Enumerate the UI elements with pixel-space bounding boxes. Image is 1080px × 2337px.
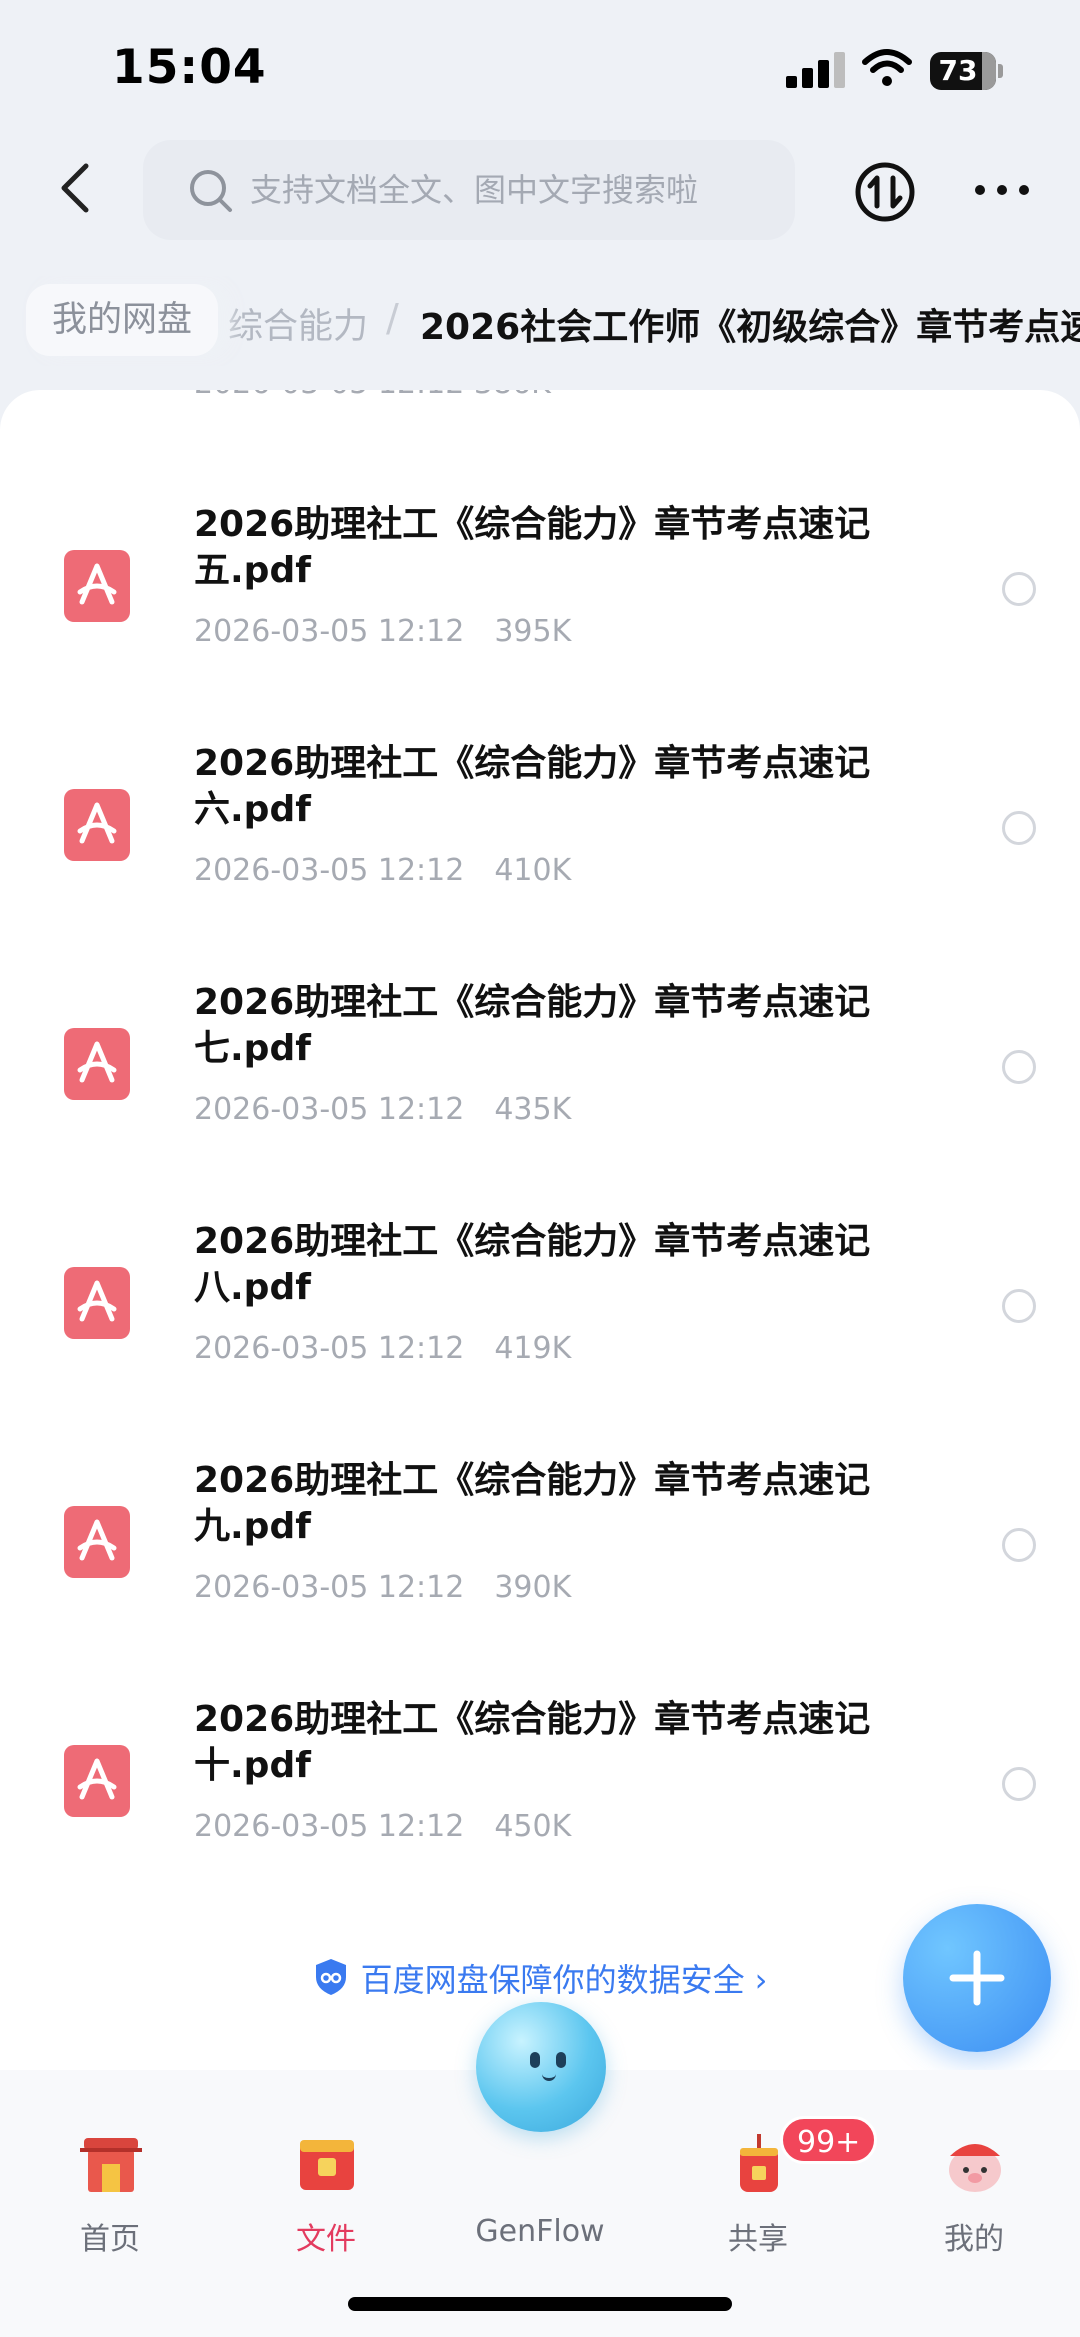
file-meta: 2026-03-05 12:12 410K xyxy=(194,853,571,888)
tab-home[interactable]: 首页 xyxy=(2,2070,218,2300)
file-row[interactable]: 2026助理社工《综合能力》章节考点速记 十.pdf 2026-03-05 12… xyxy=(0,1697,1080,1917)
tab-files[interactable]: 文件 xyxy=(218,2070,434,2300)
file-date: 2026-03-05 12:12 xyxy=(194,1092,465,1127)
breadcrumb: 综合能力 / 2026社会工作师《初级综合》章节考点速记 我的网盘 xyxy=(0,276,1080,366)
file-name: 2026助理社工《综合能力》章节考点速记 七.pdf xyxy=(194,982,871,1069)
file-browser-screen: 15:04 73 支持文档全文、图中文字搜索啦 综合能力 / 2026社会工作师… xyxy=(0,0,1080,2337)
file-size: 435K xyxy=(494,1092,572,1127)
breadcrumb-item-parent[interactable]: 综合能力 xyxy=(228,298,368,349)
file-date: 2026-03-05 12:12 xyxy=(194,1331,465,1366)
profile-avatar-icon xyxy=(949,2144,1001,2192)
file-size: 410K xyxy=(494,853,572,888)
file-date: 2026-03-05 12:12 xyxy=(194,1570,465,1605)
status-time: 15:04 xyxy=(112,40,267,95)
file-row[interactable]: 2026助理社工《综合能力》章节考点速记 七.pdf 2026-03-05 12… xyxy=(0,980,1080,1200)
tab-genflow-label: GenFlow xyxy=(475,2214,605,2249)
file-date: 2026-03-05 12:12 xyxy=(194,1809,465,1844)
file-size: 395K xyxy=(494,614,572,649)
data-security-text: 百度网盘保障你的数据安全 xyxy=(360,1961,745,1999)
files-icon xyxy=(300,2140,354,2190)
file-size: 390K xyxy=(494,1570,572,1605)
breadcrumb-item-current: 2026社会工作师《初级综合》章节考点速记 xyxy=(420,307,1080,348)
search-icon xyxy=(190,170,232,212)
search-bar[interactable] xyxy=(143,140,795,240)
file-row[interactable]: 2026助理社工《综合能力》章节考点速记 九.pdf 2026-03-05 12… xyxy=(0,1458,1080,1678)
file-name: 2026助理社工《综合能力》章节考点速记 十.pdf xyxy=(194,1699,871,1786)
pdf-file-icon xyxy=(64,1267,130,1339)
file-meta: 2026-03-05 12:12 419K xyxy=(194,1331,571,1366)
plus-icon xyxy=(949,1950,1005,2006)
file-size: 419K xyxy=(494,1331,572,1366)
select-radio[interactable] xyxy=(1002,1289,1036,1323)
tab-profile-label: 我的 xyxy=(944,2222,1004,2257)
partial-file-meta: 2026-03-05 12:12 386K xyxy=(194,390,551,401)
pdf-file-icon xyxy=(64,1506,130,1578)
file-name: 2026助理社工《综合能力》章节考点速记 五.pdf xyxy=(194,504,871,591)
file-meta: 2026-03-05 12:12 450K xyxy=(194,1809,571,1844)
pdf-file-icon xyxy=(64,1028,130,1100)
tab-profile[interactable]: 我的 xyxy=(866,2070,1080,2300)
pdf-file-icon xyxy=(64,1745,130,1817)
tab-home-label: 首页 xyxy=(80,2222,140,2257)
file-name: 2026助理社工《综合能力》章节考点速记 六.pdf xyxy=(194,743,871,830)
chevron-right-icon: › xyxy=(754,1961,768,1999)
pdf-file-icon xyxy=(64,550,130,622)
status-bar: 15:04 73 xyxy=(0,0,1080,130)
back-chevron-icon[interactable] xyxy=(52,160,102,216)
file-list: 2026-03-05 12:12 386K 2026助理社工《综合能力》章节考点… xyxy=(0,390,1080,2070)
file-name: 2026助理社工《综合能力》章节考点速记 九.pdf xyxy=(194,1460,871,1547)
add-button[interactable] xyxy=(903,1904,1051,2052)
file-row[interactable]: 2026助理社工《综合能力》章节考点速记 五.pdf 2026-03-05 12… xyxy=(0,502,1080,722)
select-radio[interactable] xyxy=(1002,811,1036,845)
shield-icon xyxy=(315,1959,346,1995)
cellular-signal-icon xyxy=(786,52,846,88)
tab-files-label: 文件 xyxy=(296,2222,356,2257)
file-row[interactable]: 2026助理社工《综合能力》章节考点速记 六.pdf 2026-03-05 12… xyxy=(0,741,1080,961)
search-input[interactable] xyxy=(250,162,770,218)
file-meta: 2026-03-05 12:12 435K xyxy=(194,1092,571,1127)
battery-level: 73 xyxy=(938,54,978,87)
file-name: 2026助理社工《综合能力》章节考点速记 八.pdf xyxy=(194,1221,871,1308)
sort-icon[interactable] xyxy=(853,160,917,224)
breadcrumb-item-root[interactable]: 我的网盘 xyxy=(26,284,219,356)
share-count-badge: 99+ xyxy=(780,2116,878,2164)
tab-share-label: 共享 xyxy=(728,2222,788,2257)
tab-share[interactable]: 共享 xyxy=(650,2070,866,2300)
file-size: 450K xyxy=(494,1809,572,1844)
select-radio[interactable] xyxy=(1002,1050,1036,1084)
wifi-icon xyxy=(862,49,912,86)
select-radio[interactable] xyxy=(1002,572,1036,606)
file-row[interactable]: 2026助理社工《综合能力》章节考点速记 八.pdf 2026-03-05 12… xyxy=(0,1219,1080,1439)
more-options-icon[interactable] xyxy=(972,170,1032,210)
file-date: 2026-03-05 12:12 xyxy=(194,614,465,649)
home-indicator xyxy=(348,2297,732,2311)
select-radio[interactable] xyxy=(1002,1767,1036,1801)
battery-icon: 73 xyxy=(930,52,1004,90)
genflow-orb-icon[interactable] xyxy=(476,2002,606,2132)
select-radio[interactable] xyxy=(1002,1528,1036,1562)
pdf-file-icon xyxy=(64,789,130,861)
home-icon xyxy=(80,2138,142,2192)
file-date: 2026-03-05 12:12 xyxy=(194,853,465,888)
breadcrumb-separator: / xyxy=(386,296,399,340)
file-meta: 2026-03-05 12:12 390K xyxy=(194,1570,571,1605)
file-meta: 2026-03-05 12:12 395K xyxy=(194,614,571,649)
